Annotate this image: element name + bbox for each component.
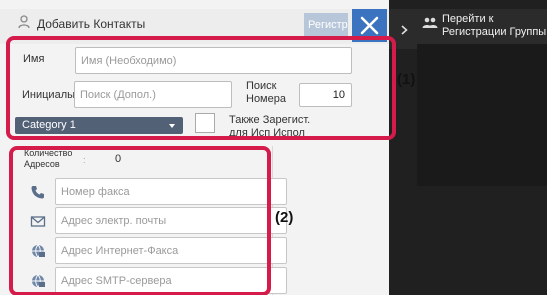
goto-label-line2: Регистрации Группы [442, 26, 547, 38]
callout-1: (1) [397, 71, 416, 88]
goto-group-registration-label: Перейти к Регистрации Группы [442, 13, 546, 39]
person-icon [18, 15, 30, 29]
callout-2: (2) [275, 209, 294, 226]
side-panel: Перейти к Регистрации Группы [389, 0, 547, 295]
group-icon [422, 16, 438, 35]
highlight-box-2 [9, 146, 271, 295]
register-button[interactable]: Регистр [304, 13, 348, 37]
chevron-right-icon [401, 22, 408, 40]
highlight-box-1 [6, 36, 396, 140]
close-icon [360, 16, 379, 35]
side-panel-content [417, 44, 547, 186]
goto-label-line1: Перейти к [442, 13, 494, 25]
dialog-title: Добавить Контакты [37, 17, 146, 31]
